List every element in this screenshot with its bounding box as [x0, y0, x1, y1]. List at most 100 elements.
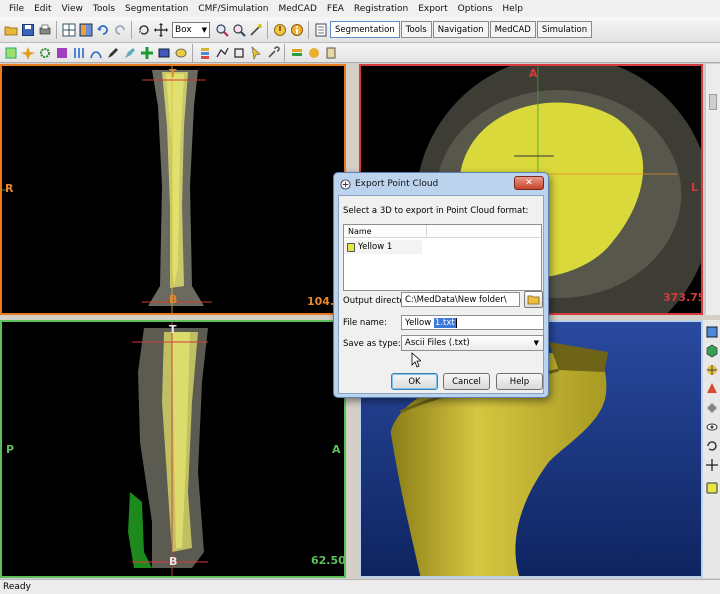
menu-file[interactable]: File [4, 4, 29, 14]
view-front-icon[interactable] [704, 324, 719, 339]
coronal-viewport[interactable]: T B R 104.0 [0, 64, 346, 315]
cancel-button[interactable]: Cancel [443, 373, 490, 390]
menu-tools[interactable]: Tools [88, 4, 120, 14]
split-mask-icon[interactable] [71, 45, 86, 60]
selection-mode-dropdown[interactable]: Box ▼ [172, 21, 210, 38]
output-directory-value: C:\MedData\New folder\ [405, 294, 507, 305]
output-directory-field[interactable]: C:\MedData\New folder\ [401, 292, 520, 307]
chevron-down-icon: ▼ [533, 339, 539, 347]
threshold-icon[interactable] [3, 45, 18, 60]
status-bar: Ready [0, 579, 720, 594]
help-button[interactable]: Help [496, 373, 543, 390]
text-caret [455, 317, 457, 328]
calculate-icon[interactable] [323, 45, 338, 60]
ok-button[interactable]: OK [391, 373, 438, 390]
eye-icon[interactable] [704, 419, 719, 434]
selection-mode-value: Box [175, 24, 192, 35]
redo-icon[interactable] [112, 22, 127, 37]
object-list[interactable]: Name Yellow 1 [343, 224, 542, 291]
zoom-region-icon[interactable] [231, 22, 246, 37]
list-item[interactable]: Yellow 1 [344, 240, 422, 254]
save-icon[interactable] [20, 22, 35, 37]
menu-view[interactable]: View [57, 4, 88, 14]
menu-edit[interactable]: Edit [29, 4, 56, 14]
menu-fea[interactable]: FEA [322, 4, 349, 14]
rotate-icon[interactable] [136, 22, 151, 37]
open-project-icon[interactable] [3, 22, 18, 37]
save-as-type-dropdown[interactable]: Ascii Files (.txt) ▼ [401, 335, 544, 351]
close-icon: ✕ [525, 178, 533, 188]
orientation-bottom-label: B [169, 293, 178, 306]
orientation-top-label: A [529, 67, 538, 80]
toolbar-separator [192, 43, 193, 62]
zoom-icon[interactable] [214, 22, 229, 37]
measure-distance-icon[interactable] [306, 45, 321, 60]
menu-registration[interactable]: Registration [349, 4, 413, 14]
coronal-slice-image [2, 66, 344, 313]
pan-3d-icon[interactable] [704, 457, 719, 472]
menu-segmentation[interactable]: Segmentation [120, 4, 193, 14]
calculate-3d-icon[interactable] [173, 45, 188, 60]
orientation-right-label: A [332, 443, 341, 456]
menu-cmf-simulation[interactable]: CMF/Simulation [193, 4, 273, 14]
tab-medcad[interactable]: MedCAD [489, 21, 536, 38]
magic-wand-icon[interactable] [248, 22, 263, 37]
print-icon[interactable] [37, 22, 52, 37]
info-icon[interactable] [289, 22, 304, 37]
split-view-icon[interactable] [78, 22, 93, 37]
orientation-top-label: T [169, 323, 177, 336]
crop-icon[interactable] [231, 45, 246, 60]
file-name-input[interactable]: Yellow 1.txt [401, 315, 544, 330]
cavity-fill-icon[interactable] [156, 45, 171, 60]
menu-medcad[interactable]: MedCAD [274, 4, 322, 14]
region-grow-icon[interactable] [20, 45, 35, 60]
zoom-level-readout: 373.75 [663, 291, 703, 304]
view-axes-icon[interactable] [704, 362, 719, 377]
pan-icon[interactable] [153, 22, 168, 37]
stack-icon[interactable] [289, 45, 304, 60]
browse-folder-button[interactable] [524, 291, 543, 308]
edit-mask-icon[interactable] [105, 45, 120, 60]
measure-icon[interactable] [272, 22, 287, 37]
export-point-cloud-dialog: Export Point Cloud ✕ Select a 3D to expo… [333, 172, 549, 398]
menu-options[interactable]: Options [453, 4, 498, 14]
dialog-instruction: Select a 3D to export in Point Cloud for… [343, 206, 529, 216]
tab-tools[interactable]: Tools [400, 21, 432, 38]
chevron-down-icon: ▼ [201, 25, 207, 34]
multiple-slice-edit-icon[interactable] [122, 45, 137, 60]
rotate-3d-icon[interactable] [704, 438, 719, 453]
view-reset-icon[interactable] [704, 400, 719, 415]
dynamic-region-icon[interactable] [37, 45, 52, 60]
orientation-left-label: P [6, 443, 15, 456]
scrollbar-thumb[interactable] [709, 94, 717, 110]
zoom-level-readout: 62.50 [311, 554, 346, 567]
sagittal-viewport[interactable]: T B P A 62.50 [0, 320, 346, 578]
menu-help[interactable]: Help [497, 4, 528, 14]
viewport-scrollbar[interactable] [705, 64, 720, 315]
close-button[interactable]: ✕ [514, 176, 544, 190]
object-color-icon[interactable] [704, 480, 719, 495]
undo-icon[interactable] [95, 22, 110, 37]
morphology-icon[interactable] [88, 45, 103, 60]
medical-imaging-app: File Edit View Tools Segmentation CMF/Si… [0, 0, 720, 594]
orientation-right-label: L [691, 181, 699, 194]
file-name-selection: 1.txt [433, 317, 456, 328]
view-light-icon[interactable] [704, 381, 719, 396]
menu-export[interactable]: Export [413, 4, 452, 14]
tab-simulation[interactable]: Simulation [536, 21, 593, 38]
list-panel-icon[interactable] [313, 22, 328, 37]
boolean-icon[interactable] [139, 45, 154, 60]
tab-segmentation[interactable]: Segmentation [330, 21, 400, 38]
polyline-icon[interactable] [214, 45, 229, 60]
main-toolbar: Box ▼ Segmentation Tools Navigation MedC… [0, 17, 720, 43]
layers-icon[interactable] [197, 45, 212, 60]
grid-layout-icon[interactable] [61, 22, 76, 37]
pointer-icon[interactable] [248, 45, 263, 60]
object-color-swatch [347, 242, 355, 252]
sagittal-slice-image [2, 322, 344, 576]
settings-wrench-icon[interactable] [265, 45, 280, 60]
view-cube-icon[interactable] [704, 343, 719, 358]
segmentation-toolbar [0, 43, 720, 63]
tab-navigation[interactable]: Navigation [432, 21, 489, 38]
mask-icon[interactable] [54, 45, 69, 60]
